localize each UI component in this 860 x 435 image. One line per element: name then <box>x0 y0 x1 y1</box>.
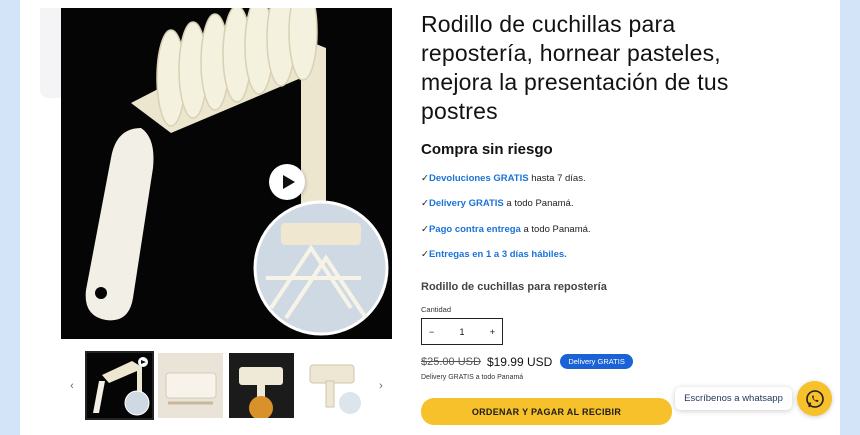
feature-returns: ✓Devoluciones GRATIS hasta 7 días. <box>421 173 586 184</box>
quantity-value[interactable]: 1 <box>459 327 464 337</box>
thumbnail-3[interactable] <box>229 353 294 418</box>
whatsapp-button[interactable] <box>797 381 832 416</box>
whatsapp-bubble[interactable]: Escríbenos a whatsapp <box>675 387 792 410</box>
feature-highlight: Devoluciones GRATIS <box>428 173 529 184</box>
quantity-label: Cantidad <box>421 305 452 314</box>
variant-name: Rodillo de cuchillas para repostería <box>421 281 607 293</box>
thumbnail-next-arrow[interactable]: › <box>374 379 388 393</box>
play-video-button[interactable] <box>269 164 305 200</box>
play-icon <box>282 175 295 189</box>
roller-illustration <box>61 8 392 339</box>
sale-price: $19.99 USD <box>486 354 553 369</box>
feature-highlight: Pago contra entrega <box>428 224 521 235</box>
quantity-decrease-button[interactable]: − <box>429 327 434 337</box>
feature-shipping-time: ✓Entregas en 1 a 3 días hábiles. <box>421 249 567 260</box>
thumbnail-image <box>87 353 152 418</box>
check-icon: ✓ <box>421 249 429 260</box>
thumbnail-2[interactable] <box>158 353 223 418</box>
check-icon: ✓ <box>421 173 429 184</box>
feature-cod: ✓Pago contra entrega a todo Panamá. <box>421 224 591 235</box>
feature-text: a todo Panamá. <box>520 224 591 235</box>
main-product-image[interactable] <box>61 8 392 339</box>
quantity-stepper: − 1 + <box>421 318 503 345</box>
feature-highlight: Delivery GRATIS <box>428 198 504 209</box>
product-title: Rodillo de cuchillas para repostería, ho… <box>421 11 729 124</box>
feature-highlight: Entregas en 1 a 3 días hábiles. <box>428 249 567 260</box>
check-icon: ✓ <box>421 224 429 235</box>
price-row: $25.00 USD $19.99 USD Delivery GRATIS <box>421 354 633 369</box>
delivery-note: Delivery GRATIS a todo Panamá <box>421 374 524 381</box>
thumbnail-image <box>229 353 294 418</box>
compare-at-price: $25.00 USD <box>421 355 481 368</box>
thumbnail-prev-arrow[interactable]: ‹ <box>65 379 79 393</box>
thumbnail-4[interactable] <box>300 353 365 418</box>
risk-free-heading: Compra sin riesgo <box>421 141 553 158</box>
feature-text: a todo Panamá. <box>503 198 574 209</box>
feature-text: hasta 7 días. <box>528 173 586 184</box>
thumbnail-strip: ‹ › <box>61 351 392 421</box>
delivery-badge: Delivery GRATIS <box>560 354 633 369</box>
thumbnail-image <box>300 353 365 418</box>
thumbnail-1[interactable] <box>85 351 154 420</box>
previous-image-edge <box>40 8 61 98</box>
check-icon: ✓ <box>421 198 429 209</box>
quantity-increase-button[interactable]: + <box>490 327 495 337</box>
whatsapp-icon <box>805 389 824 408</box>
thumbnail-image <box>158 353 223 418</box>
order-pay-on-delivery-button[interactable]: ORDENAR Y PAGAR AL RECIBIR <box>421 398 672 425</box>
feature-delivery: ✓Delivery GRATIS a todo Panamá. <box>421 198 573 209</box>
